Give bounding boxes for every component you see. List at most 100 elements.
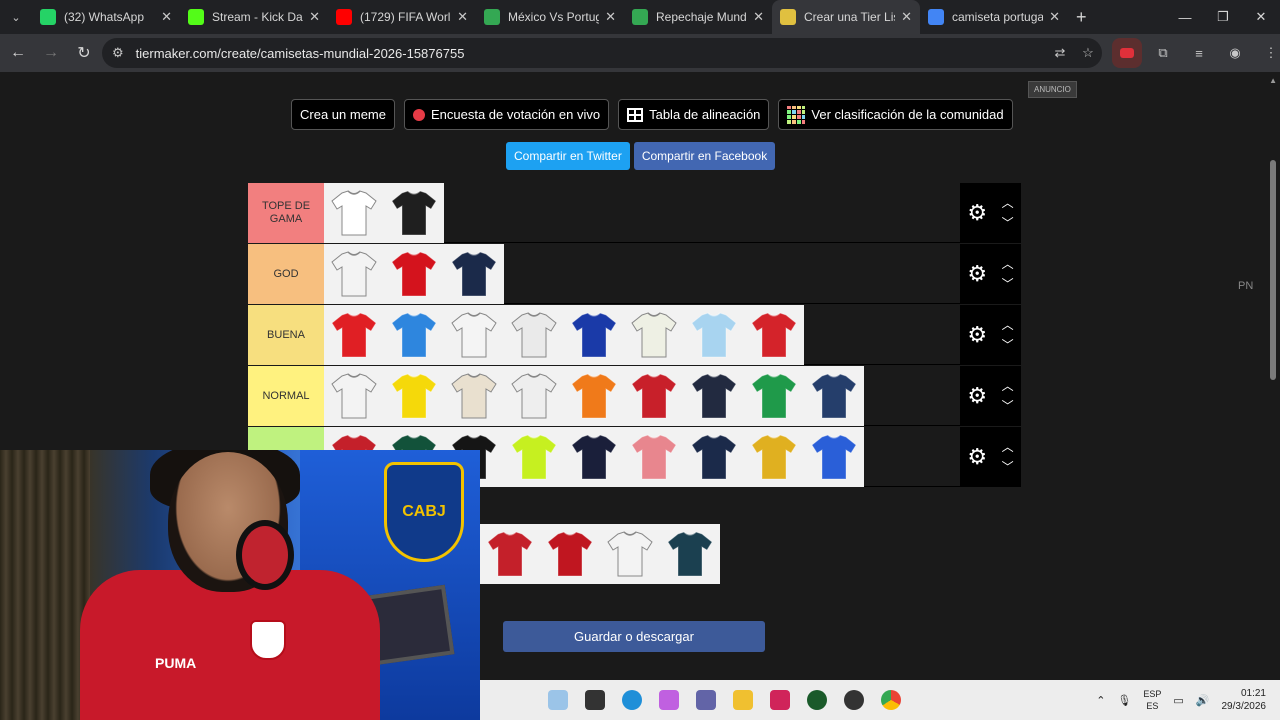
language-indicator[interactable]: ESP ES [1137,688,1167,712]
jersey-item[interactable] [384,366,444,426]
chevron-up-icon[interactable]: ︿ [1002,193,1014,213]
jersey-item[interactable] [660,524,720,584]
browser-tab[interactable]: camiseta portugal m ✕ [920,0,1068,34]
profile-avatar-icon[interactable]: ◉ [1220,38,1250,68]
jersey-item[interactable] [444,305,504,365]
chevron-down-icon[interactable]: ﹀ [1002,213,1014,233]
jersey-item[interactable] [504,366,564,426]
tray-chevron-icon[interactable]: ⌃ [1090,694,1111,707]
volume-icon[interactable]: 🔊 [1190,694,1216,707]
site-info-icon[interactable]: ⚙ [112,45,124,61]
gear-icon[interactable]: ⚙ [967,322,987,348]
jersey-item[interactable] [504,305,564,365]
jersey-item[interactable] [564,366,624,426]
menu-kebab-icon[interactable]: ⋮ [1256,38,1280,68]
bookmark-star-icon[interactable]: ☆ [1074,45,1102,61]
teams-icon[interactable] [688,680,724,720]
jersey-item[interactable] [540,524,600,584]
tier-items[interactable] [324,244,960,304]
jersey-item[interactable] [624,427,684,487]
jersey-item[interactable] [480,524,540,584]
scroll-up-icon[interactable]: ▲ [1269,76,1277,85]
upwork-icon[interactable] [799,680,835,720]
address-bar[interactable]: ⚙ tiermaker.com/create/camisetas-mundial… [102,38,1102,68]
browser-tab[interactable]: Repechaje Mundial ✕ [624,0,772,34]
tier-items[interactable] [324,305,960,365]
jersey-item[interactable] [624,305,684,365]
browser-tab[interactable]: México Vs Portugal ✕ [476,0,624,34]
tab-close-icon[interactable]: ✕ [457,9,468,25]
chevron-down-icon[interactable]: ﹀ [1002,274,1014,294]
tier-label[interactable]: GOD [248,244,324,304]
gear-icon[interactable]: ⚙ [967,444,987,470]
tab-close-icon[interactable]: ✕ [753,9,764,25]
gear-icon[interactable]: ⚙ [967,261,987,287]
restore-icon[interactable]: ❐ [1204,0,1242,34]
jersey-item[interactable] [384,305,444,365]
clock[interactable]: 01:21 29/3/2026 [1216,687,1280,713]
close-window-icon[interactable]: ✕ [1242,0,1280,34]
page-scrollbar[interactable]: ▲ ▼ [1266,72,1280,720]
task-view-icon[interactable] [577,680,613,720]
tier-items[interactable] [324,366,960,426]
live-poll-button[interactable]: Encuesta de votación en vivo [403,99,610,130]
jersey-item[interactable] [744,366,804,426]
tier-label[interactable]: TOPE DE GAMA [248,183,324,243]
jersey-item[interactable] [684,427,744,487]
tab-close-icon[interactable]: ✕ [605,9,616,25]
scroll-thumb[interactable] [1270,160,1276,380]
tier-label[interactable]: NORMAL [248,366,324,426]
jersey-item[interactable] [444,244,504,304]
tab-close-icon[interactable]: ✕ [309,9,320,25]
mic-icon[interactable]: 🎙 [1111,694,1137,707]
browser-tab[interactable]: (1729) FIFA World ✕ [328,0,476,34]
jersey-item[interactable] [444,366,504,426]
jersey-item[interactable] [324,366,384,426]
chevron-up-icon[interactable]: ︿ [1002,315,1014,335]
chevron-up-icon[interactable]: ︿ [1002,376,1014,396]
save-download-button[interactable]: Guardar o descargar [503,621,765,652]
jersey-item[interactable] [804,427,864,487]
tab-close-icon[interactable]: ✕ [901,9,912,25]
community-rank-button[interactable]: Ver clasificación de la comunidad [778,99,1013,130]
tab-close-icon[interactable]: ✕ [1049,9,1060,25]
jersey-item[interactable] [564,427,624,487]
record-extension-icon[interactable] [1112,38,1142,68]
extensions-puzzle-icon[interactable]: ⧉ [1148,38,1178,68]
chevron-up-icon[interactable]: ︿ [1002,254,1014,274]
edge-icon[interactable] [614,680,650,720]
jersey-item[interactable] [624,366,684,426]
jersey-item[interactable] [744,305,804,365]
lighthouse-app-icon[interactable] [540,680,576,720]
browser-tab[interactable]: Stream - Kick Dashboard ✕ [180,0,328,34]
back-arrow-icon[interactable]: ← [3,38,33,68]
chevron-down-icon[interactable]: ﹀ [1002,335,1014,355]
jersey-item[interactable] [384,244,444,304]
tier-label[interactable]: BUENA [248,305,324,365]
lineup-table-button[interactable]: Tabla de alineación [618,99,770,130]
chevron-down-icon[interactable]: ﹀ [1002,396,1014,416]
jersey-item[interactable] [804,366,864,426]
tab-close-icon[interactable]: ✕ [161,9,172,25]
jersey-item[interactable] [324,244,384,304]
chevron-up-icon[interactable]: ︿ [1002,437,1014,457]
copilot-icon[interactable] [651,680,687,720]
create-meme-button[interactable]: Crea un meme [291,99,395,130]
chrome-icon[interactable] [873,680,909,720]
gear-icon[interactable]: ⚙ [967,383,987,409]
jersey-item[interactable] [684,366,744,426]
tab-search-chevron-icon[interactable]: ⌄ [0,0,32,34]
share-twitter-button[interactable]: Compartir en Twitter [506,142,630,170]
browser-tab[interactable]: Crear una Tier List de ✕ [772,0,920,34]
gear-icon[interactable]: ⚙ [967,200,987,226]
obs-icon[interactable] [836,680,872,720]
tier-items[interactable] [324,183,960,243]
new-tab-plus-icon[interactable]: + [1076,7,1087,28]
jersey-item[interactable] [600,524,660,584]
jersey-item[interactable] [324,183,384,243]
media-control-icon[interactable]: ≡ [1184,38,1214,68]
jersey-item[interactable] [504,427,564,487]
jersey-item[interactable] [324,305,384,365]
network-icon[interactable]: ▭ [1167,694,1189,707]
translate-icon[interactable]: ⇄ [1046,45,1074,61]
